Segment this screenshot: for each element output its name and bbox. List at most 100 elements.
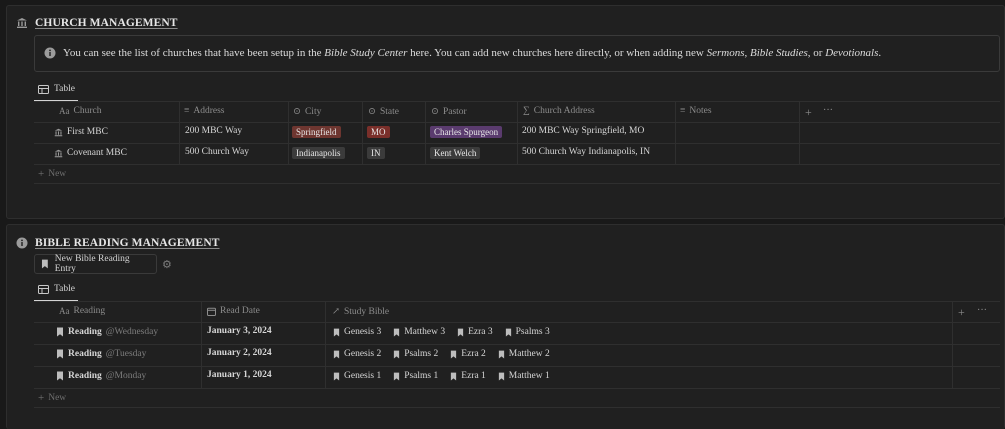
more-options-button[interactable]: ··· (823, 105, 833, 116)
table-row[interactable]: Reading @Tuesday (56, 349, 146, 359)
column-header-city[interactable]: ⊙ City (293, 106, 321, 118)
column-header-church-address[interactable]: ∑ Church Address (523, 106, 595, 116)
study-bible-link[interactable]: Psalms 2 (393, 349, 438, 359)
address-cell[interactable]: 200 MBC Way (185, 126, 242, 136)
bible-reading-panel: BIBLE READING MANAGEMENT New Bible Readi… (6, 224, 1005, 429)
bookmark-icon (57, 327, 63, 337)
city-cell[interactable]: Indianapolis (292, 147, 345, 159)
study-bible-link[interactable]: Matthew 2 (498, 349, 550, 359)
new-entry-label: New Bible Reading Entry (54, 254, 130, 274)
pastor-cell[interactable]: Kent Welch (430, 147, 481, 159)
study-bible-link[interactable]: Ezra 3 (457, 327, 493, 337)
bible-new-row-button[interactable]: + New (38, 392, 66, 404)
bible-table-tab-label: Table (54, 284, 75, 294)
church-name: First MBC (67, 127, 108, 137)
church-section-title[interactable]: CHURCH MANAGEMENT (35, 17, 178, 29)
read-date-cell[interactable]: January 2, 2024 (207, 348, 272, 358)
add-column-button[interactable]: + (958, 305, 965, 320)
state-cell[interactable]: MO (367, 126, 390, 138)
reading-day-mention[interactable]: @Wednesday (106, 327, 158, 337)
study-bible-link[interactable]: Matthew 3 (393, 327, 445, 337)
plus-icon: + (38, 392, 45, 404)
divider (34, 301, 1000, 302)
study-bible-cell[interactable]: Genesis 3 Matthew 3 Ezra 3 Psalms 3 (333, 327, 558, 337)
bookmark-icon (333, 350, 340, 358)
column-header-church[interactable]: Aa Church (59, 106, 101, 116)
church-new-row-button[interactable]: + New (38, 168, 66, 180)
study-bible-link[interactable]: Genesis 2 (333, 349, 381, 359)
formula-icon: ∑ (523, 106, 530, 116)
bookmark-icon (333, 328, 340, 336)
divider (799, 101, 800, 164)
column-header-reading[interactable]: Aa Reading (59, 306, 105, 316)
bank-icon (17, 18, 27, 28)
bookmark-icon (333, 372, 340, 380)
more-options-button[interactable]: ··· (977, 305, 987, 316)
column-header-read-date[interactable]: Read Date (207, 306, 260, 316)
study-bible-link[interactable]: Psalms 1 (393, 371, 438, 381)
city-tag: Indianapolis (292, 147, 345, 159)
column-header-state[interactable]: ⊙ State (368, 106, 399, 118)
table-row[interactable]: First MBC (54, 127, 108, 137)
city-cell[interactable]: Springfield (292, 126, 341, 138)
divider (201, 301, 202, 388)
table-row[interactable]: Reading @Monday (56, 371, 146, 381)
study-bible-link[interactable]: Genesis 1 (333, 371, 381, 381)
read-date-cell[interactable]: January 3, 2024 (207, 326, 272, 336)
study-bible-link[interactable]: Matthew 1 (498, 371, 550, 381)
divider (34, 322, 1000, 323)
divider (179, 101, 180, 164)
bookmark-icon (394, 372, 400, 380)
divider (425, 101, 426, 164)
add-column-button[interactable]: + (805, 105, 812, 120)
pastor-cell[interactable]: Charles Spurgeon (430, 126, 503, 138)
text-icon: Aa (59, 306, 70, 316)
divider (34, 164, 1000, 165)
study-bible-link[interactable]: Ezra 2 (450, 349, 486, 359)
study-bible-link[interactable]: Ezra 1 (450, 371, 486, 381)
reading-day-mention[interactable]: @Tuesday (106, 349, 147, 359)
column-header-study-bible[interactable]: ↗ Study Bible (332, 306, 389, 318)
study-bible-cell[interactable]: Genesis 2 Psalms 2 Ezra 2 Matthew 2 (333, 349, 558, 359)
study-bible-cell[interactable]: Genesis 1 Psalms 1 Ezra 1 Matthew 1 (333, 371, 558, 381)
divider (517, 101, 518, 164)
list-icon: ≡ (680, 106, 686, 116)
gear-icon[interactable]: ⚙ (162, 258, 172, 271)
new-bible-reading-entry-button[interactable]: New Bible Reading Entry (34, 254, 157, 274)
info-icon (44, 47, 56, 59)
pastor-tag: Charles Spurgeon (430, 126, 503, 138)
address-cell[interactable]: 500 Church Way (185, 147, 249, 157)
bank-icon (54, 128, 63, 136)
table-row[interactable]: Reading @Wednesday (56, 327, 158, 337)
plus-icon: + (958, 305, 965, 319)
state-cell[interactable]: IN (367, 147, 385, 159)
plus-icon: + (38, 168, 45, 180)
study-bible-link[interactable]: Genesis 3 (333, 327, 381, 337)
divider (34, 388, 1000, 389)
column-header-pastor[interactable]: ⊙ Pastor (431, 106, 467, 118)
bible-table-tab[interactable]: Table (38, 284, 75, 294)
church-address-cell: 500 Church Way Indianapolis, IN (522, 147, 651, 157)
table-row[interactable]: Covenant MBC (54, 148, 127, 158)
study-bible-link[interactable]: Psalms 3 (505, 327, 550, 337)
reading-title: Reading (68, 349, 102, 359)
divider (362, 101, 363, 164)
callout-text: You can see the list of churches that ha… (63, 47, 882, 59)
column-header-notes[interactable]: ≡ Notes (680, 106, 712, 116)
bookmark-icon (498, 372, 504, 380)
divider (952, 301, 953, 388)
column-header-address[interactable]: ≡ Address (184, 106, 225, 116)
table-icon (38, 284, 49, 294)
church-table-tab[interactable]: Table (38, 84, 75, 94)
state-tag: IN (367, 147, 385, 159)
bookmark-icon (505, 328, 511, 336)
church-management-panel: CHURCH MANAGEMENT You can see the list o… (6, 5, 1005, 219)
bible-section-title[interactable]: BIBLE READING MANAGEMENT (35, 237, 220, 249)
reading-day-mention[interactable]: @Monday (106, 371, 146, 381)
read-date-cell[interactable]: January 1, 2024 (207, 370, 272, 380)
bookmark-icon (41, 259, 48, 269)
divider (34, 407, 1000, 408)
state-tag: MO (367, 126, 390, 138)
city-tag: Springfield (292, 126, 341, 138)
bookmark-icon (57, 371, 63, 381)
